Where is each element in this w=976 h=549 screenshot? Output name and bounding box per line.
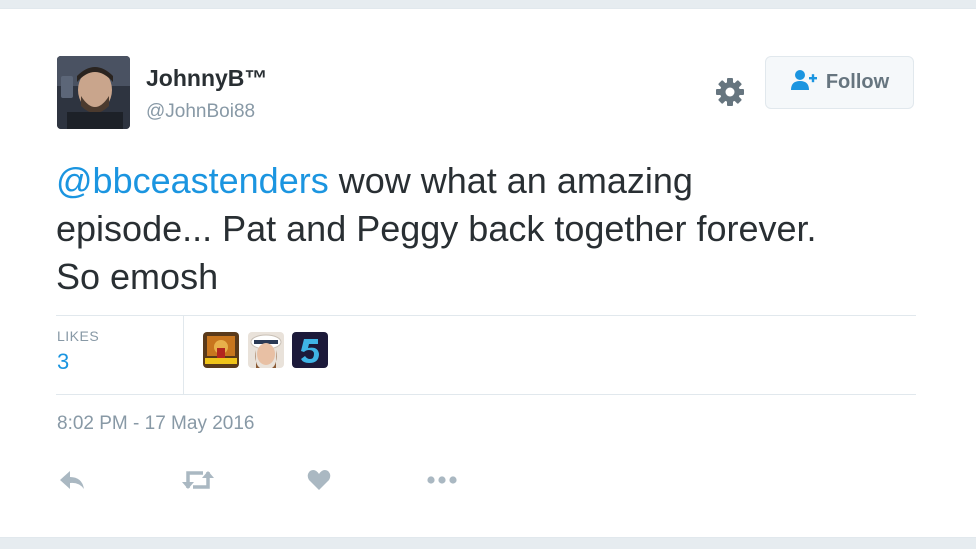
tweet-timestamp[interactable]: 8:02 PM - 17 May 2016	[57, 413, 255, 435]
liker-avatar-2[interactable]	[248, 332, 284, 368]
more-icon[interactable]	[426, 464, 458, 496]
tweet-card: JohnnyB™ @JohnBoi88 Follow @bbceastender…	[0, 8, 976, 538]
gear-icon[interactable]	[714, 76, 746, 108]
like-icon[interactable]	[307, 464, 331, 496]
follow-user-icon	[790, 69, 818, 96]
likes-count[interactable]: 3	[57, 349, 69, 375]
follow-button[interactable]: Follow	[765, 56, 914, 109]
likes-label: LIKES	[57, 328, 100, 344]
user-handle[interactable]: @JohnBoi88	[146, 101, 255, 123]
liker-photo-icon	[248, 332, 284, 368]
channel-5-logo-icon	[292, 332, 328, 368]
stats-vertical-divider	[183, 316, 184, 394]
follow-button-label: Follow	[825, 71, 890, 93]
reply-icon[interactable]	[59, 464, 85, 496]
liker-avatar-3[interactable]	[292, 332, 328, 368]
tweet-text: @bbceastenders wow what an amazing episo…	[56, 157, 836, 301]
stats-divider-bottom	[56, 394, 916, 395]
retweet-icon[interactable]	[181, 464, 215, 496]
stats-divider-top	[56, 315, 916, 316]
liker-avatar-1[interactable]	[203, 332, 239, 368]
liker-photo-icon	[203, 332, 239, 368]
user-display-name[interactable]: JohnnyB™	[146, 65, 267, 92]
user-avatar[interactable]	[57, 56, 130, 129]
avatar-photo-icon	[57, 56, 130, 129]
tweet-mention-link[interactable]: @bbceastenders	[56, 160, 329, 201]
